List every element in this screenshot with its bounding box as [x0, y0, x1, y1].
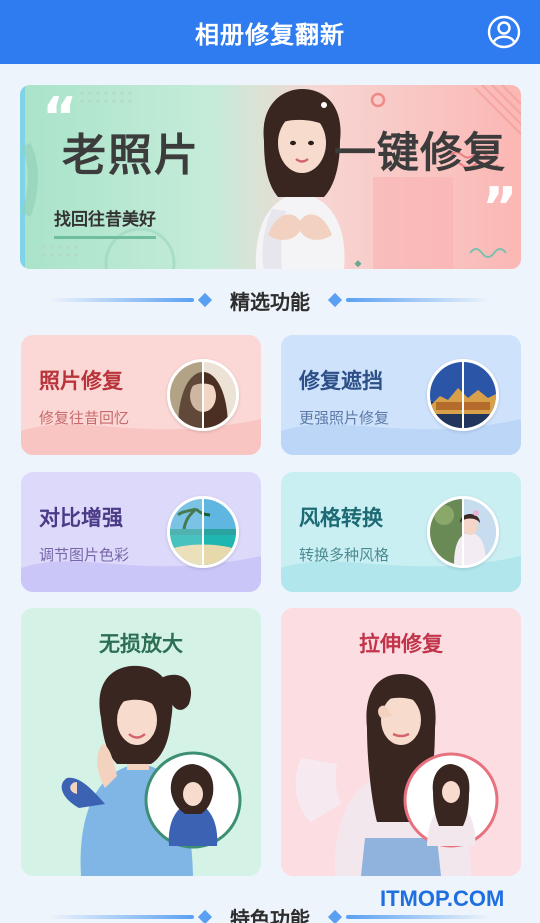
site-watermark: ITMOP.COM: [380, 886, 505, 911]
banner-title-left: 老照片: [62, 130, 200, 181]
card-title: 修复遮挡: [299, 369, 383, 393]
section-title: 特色功能: [230, 906, 310, 923]
contrast-enhance-card[interactable]: 对比增强 调节图片色彩: [21, 472, 261, 592]
style-transfer-thumbnail: [427, 496, 499, 568]
banner-subtitle: 找回往昔美好: [54, 201, 156, 239]
section-header-selected: 精选功能: [0, 285, 540, 315]
lossless-upscale-image: [61, 665, 242, 876]
diamond-icon: [327, 909, 343, 923]
card-subtitle: 更强照片修复: [299, 409, 390, 427]
app-header: 相册修复翻新: [0, 0, 540, 64]
card-subtitle: 修复往昔回忆: [39, 409, 130, 427]
close-quote-mark: ”: [482, 176, 518, 239]
photo-repair-thumbnail: [167, 359, 239, 431]
profile-button[interactable]: [486, 14, 522, 50]
banner-title-right: 一键修复: [334, 128, 507, 177]
diamond-icon: [197, 292, 213, 308]
occlusion-repair-thumbnail: [427, 359, 499, 431]
promo-banner[interactable]: “ ” 老照片 找回往昔美好 一键修复: [20, 85, 521, 269]
diamond-icon: [197, 909, 213, 923]
user-icon: [487, 15, 521, 49]
card-title: 照片修复: [39, 369, 123, 393]
contrast-enhance-thumbnail: [167, 496, 239, 568]
stretch-repair-image: [295, 674, 499, 876]
card-title: 对比增强: [39, 506, 123, 530]
card-subtitle: 转换多种风格: [299, 546, 390, 564]
section-divider-left: [49, 915, 194, 919]
diamond-icon: [327, 292, 343, 308]
section-divider-left: [49, 298, 194, 302]
card-title: 风格转换: [299, 506, 383, 530]
section-divider-right: [346, 298, 491, 302]
photo-repair-card[interactable]: 照片修复 修复往昔回忆: [21, 335, 261, 455]
lossless-upscale-card[interactable]: 无损放大: [21, 608, 261, 876]
section-divider-right: [346, 915, 491, 919]
card-subtitle: 调节图片色彩: [39, 546, 130, 564]
page-title: 相册修复翻新: [195, 20, 345, 49]
section-title: 精选功能: [230, 289, 310, 314]
occlusion-repair-card[interactable]: 修复遮挡 更强照片修复: [281, 335, 521, 455]
style-transfer-card[interactable]: 风格转换 转换多种风格: [281, 472, 521, 592]
stretch-repair-card[interactable]: 拉伸修复: [281, 608, 521, 876]
